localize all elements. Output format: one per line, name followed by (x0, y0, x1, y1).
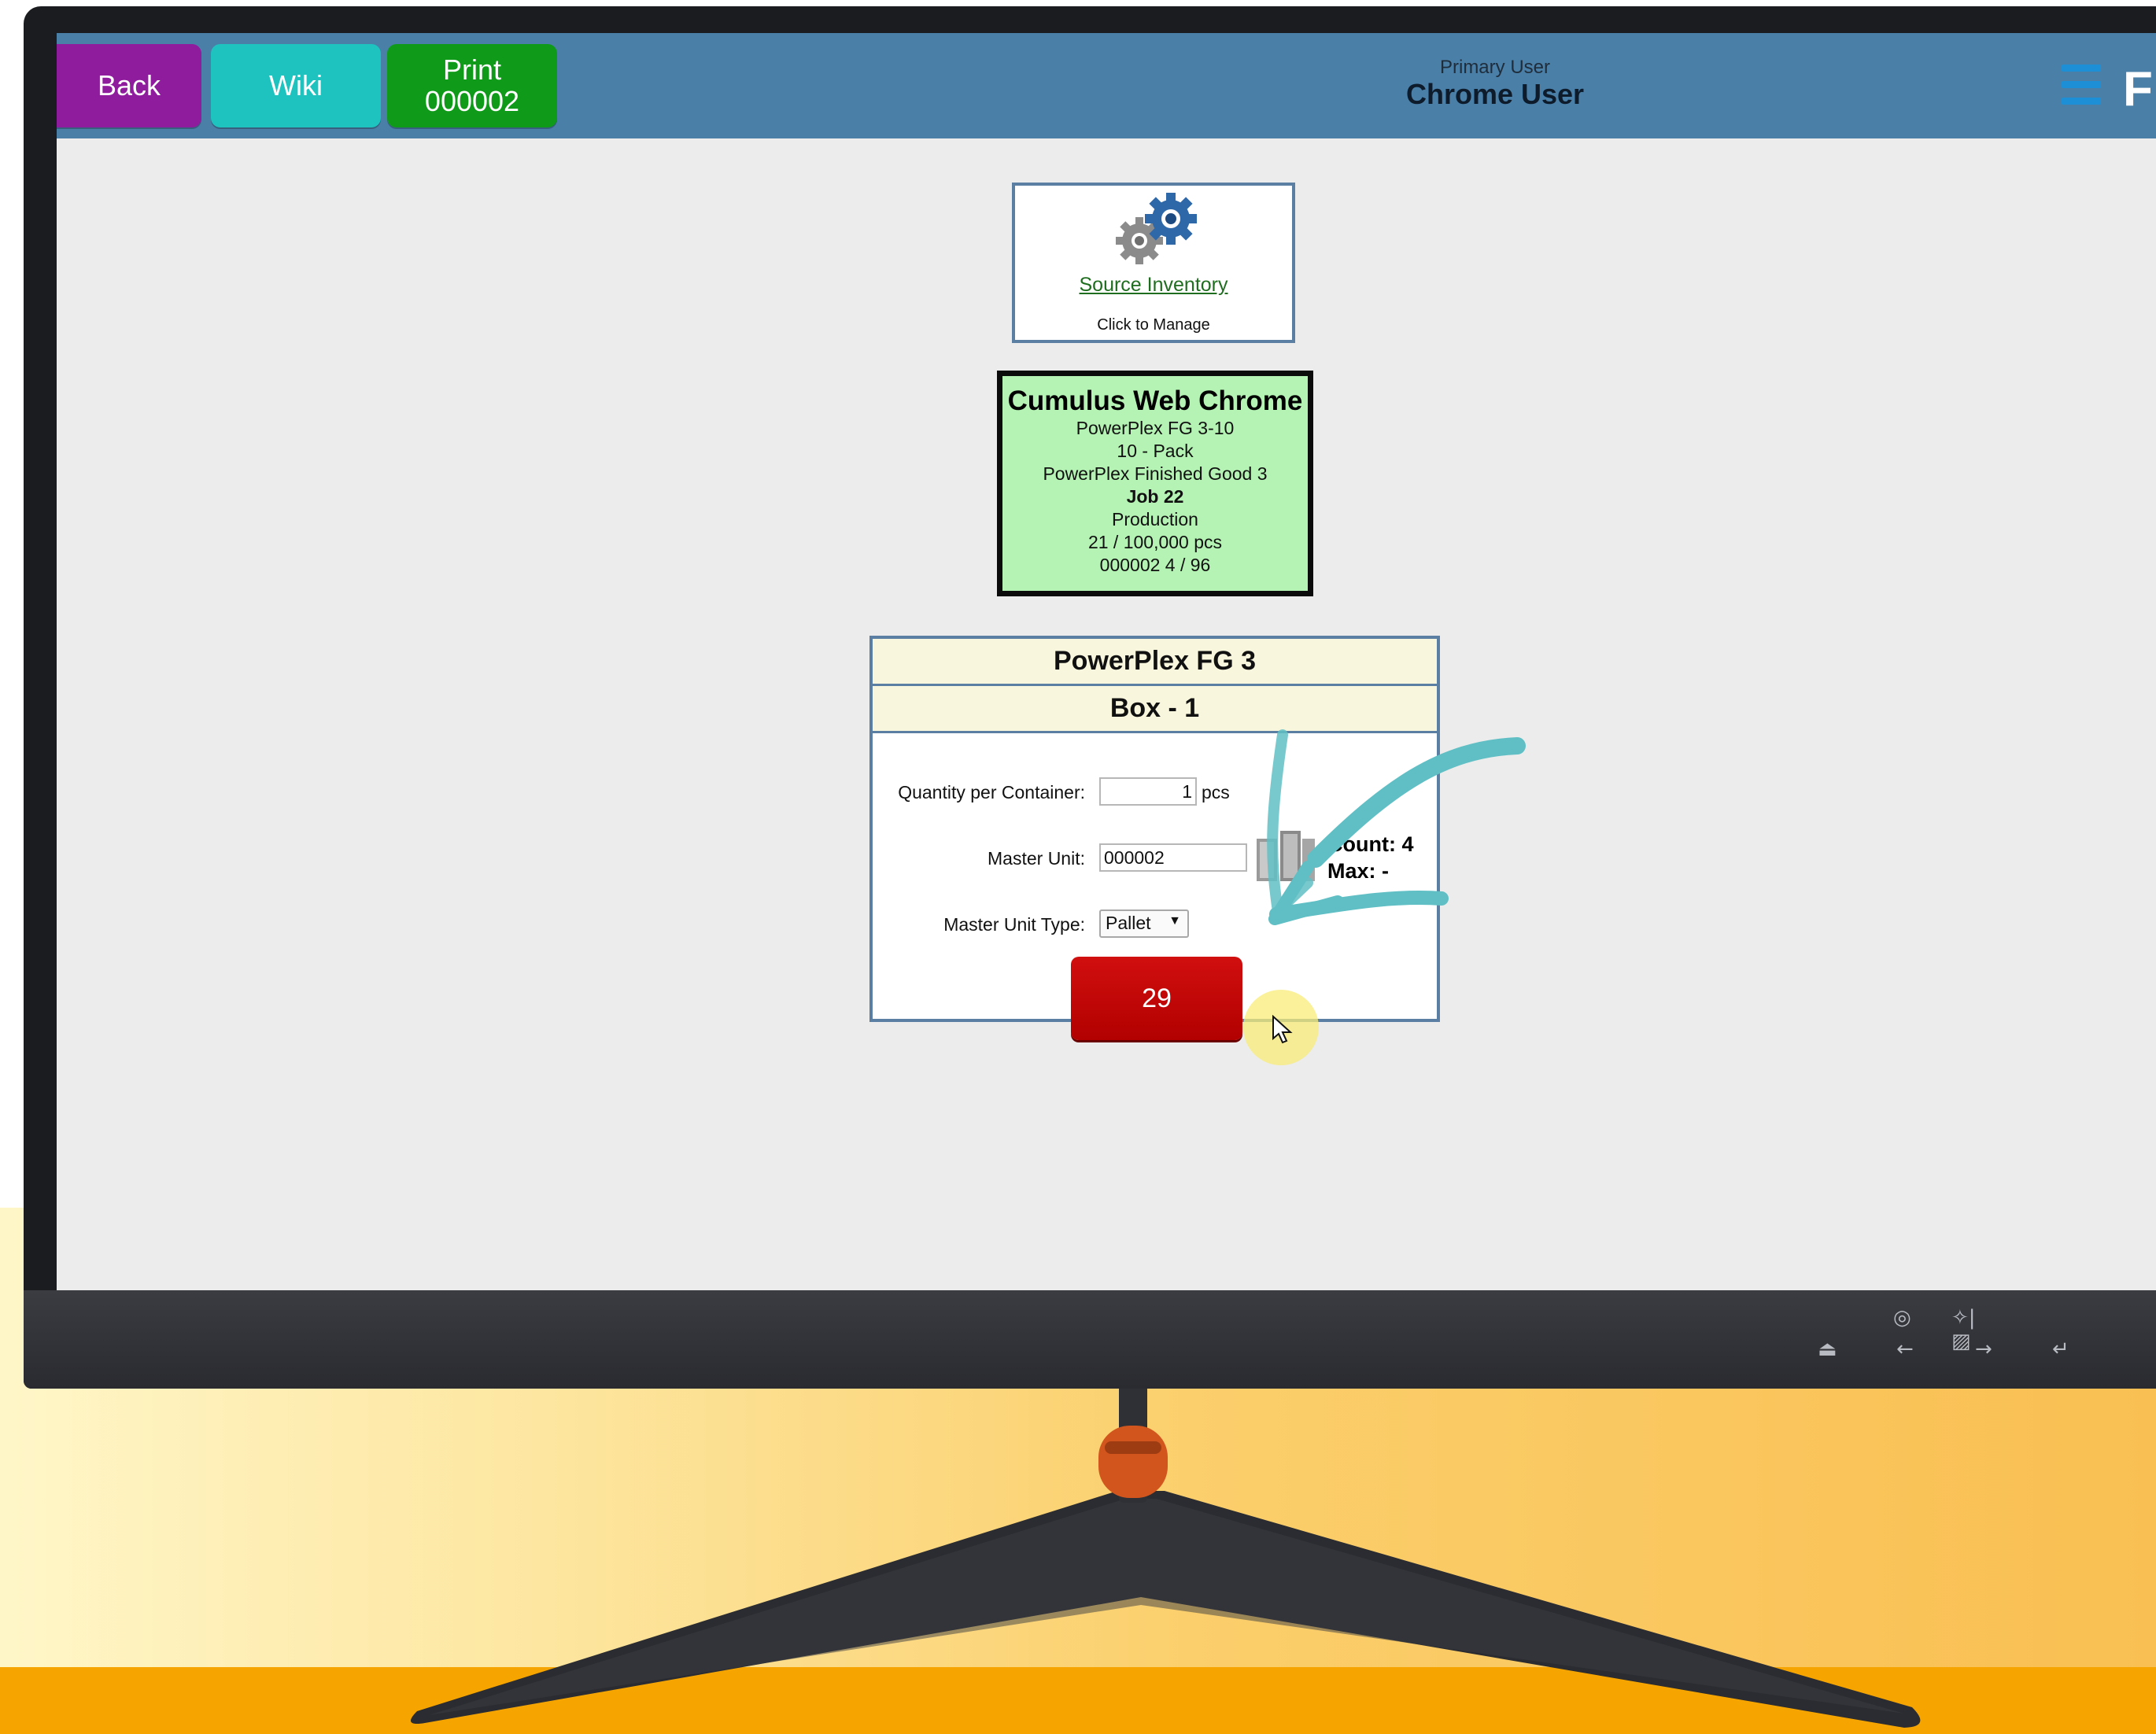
print-number: 000002 (424, 85, 520, 117)
source-inventory-card[interactable]: Source Inventory Click to Manage (1012, 183, 1295, 343)
quantity-input[interactable] (1099, 777, 1197, 806)
count-value: Count: 4 (1327, 832, 1414, 856)
container-panel: PowerPlex FG 3 Box - 1 Quantity per Cont… (869, 636, 1440, 1040)
click-to-manage-text: Click to Manage (1097, 316, 1210, 334)
job-number: Job 22 (1126, 486, 1184, 507)
user-name: Chrome User (1405, 78, 1585, 110)
top-bar: Back Wiki Print 000002 Primary User Chro… (57, 33, 2156, 138)
complete-container-button[interactable]: 29 (1071, 957, 1242, 1040)
right-arrow-icon[interactable]: → (1975, 1337, 1992, 1361)
job-unit-progress: 000002 4 / 96 (1099, 555, 1211, 575)
master-unit-type-label: Master Unit Type: (943, 914, 1085, 935)
job-info-card: Cumulus Web Chrome PowerPlex FG 3-10 10 … (997, 371, 1313, 596)
stand-collar-ring (1105, 1441, 1161, 1454)
print-button[interactable]: Print 000002 (387, 44, 557, 127)
quantity-unit: pcs (1202, 782, 1230, 802)
job-progress: 21 / 100,000 pcs (1087, 532, 1223, 552)
print-label: Print (442, 53, 502, 87)
job-pack-size: 10 - Pack (1117, 441, 1194, 461)
job-part-number: PowerPlex FG 3-10 (1076, 418, 1235, 438)
back-label: Back (97, 69, 161, 102)
dropdown-caret-icon: ▼ (1168, 914, 1181, 928)
max-value: Max: - (1327, 859, 1390, 883)
master-unit-type-value: Pallet (1106, 913, 1151, 933)
wiki-label: Wiki (269, 69, 323, 102)
boxes-icon (1257, 831, 1315, 881)
input-icon[interactable]: ◎ (1893, 1306, 1911, 1330)
job-part-description: PowerPlex Finished Good 3 (1043, 463, 1268, 484)
power-icon[interactable]: ⏏ (1818, 1337, 1837, 1361)
container-title: Box - 1 (873, 686, 1437, 733)
back-button[interactable]: Back (57, 44, 201, 127)
mouse-pointer-icon (1272, 1015, 1293, 1044)
brand-logo: F (2123, 62, 2153, 116)
job-station-title: Cumulus Web Chrome (1007, 386, 1303, 416)
user-role: Primary User (1439, 57, 1550, 78)
enter-icon[interactable]: ↵ (2052, 1337, 2069, 1361)
brightness-icon[interactable]: ✧|▨ (1951, 1306, 1976, 1353)
product-title: PowerPlex FG 3 (873, 639, 1437, 686)
gears-icon (1116, 193, 1197, 264)
action-count: 29 (1142, 983, 1172, 1013)
stand-collar (1098, 1426, 1168, 1498)
hamburger-menu-icon[interactable] (2062, 65, 2101, 109)
source-inventory-link[interactable]: Source Inventory (1015, 274, 1292, 297)
master-unit-input[interactable] (1099, 843, 1247, 872)
master-unit-label: Master Unit: (988, 848, 1085, 869)
left-arrow-icon[interactable]: ← (1896, 1337, 1914, 1361)
app-screen: Back Wiki Print 000002 Primary User Chro… (57, 33, 2156, 1290)
wiki-button[interactable]: Wiki (211, 44, 381, 127)
master-unit-type-select[interactable]: Pallet ▼ (1099, 909, 1189, 938)
quantity-label: Quantity per Container: (898, 782, 1085, 802)
job-type: Production (1112, 509, 1198, 529)
